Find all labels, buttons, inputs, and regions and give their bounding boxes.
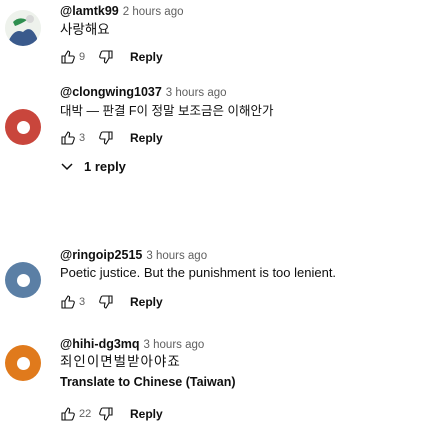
dislike-button[interactable]	[98, 294, 128, 310]
reply-button[interactable]: Reply	[130, 295, 163, 309]
comment-item: @clongwing1037 3 hours ago 대박 — 판결 F이 정말 …	[0, 72, 445, 192]
like-count: 3	[79, 296, 86, 308]
comment-text: 죄인이면벌받아야죠	[60, 354, 181, 369]
avatar-dot-icon	[16, 273, 30, 287]
thumbs-up-icon	[61, 50, 75, 64]
avatar[interactable]	[5, 262, 41, 298]
comment-text: Poetic justice. But the punishment is to…	[60, 265, 337, 280]
comment-item: @lamtk99 2 hours ago 사랑해요 9 Reply	[0, 0, 445, 70]
comment-timestamp[interactable]: 3 hours ago	[146, 250, 207, 262]
avatar[interactable]	[5, 109, 41, 145]
comment-username[interactable]: @hihi-dg3mq	[60, 337, 140, 351]
like-button[interactable]: 22	[60, 406, 98, 422]
reply-button[interactable]: Reply	[130, 131, 163, 145]
like-count: 3	[79, 132, 86, 144]
translate-link[interactable]: Translate to Chinese (Taiwan)	[60, 373, 236, 391]
replies-label: 1 reply	[84, 159, 126, 174]
avatar-dot-icon	[16, 120, 30, 134]
thumbs-up-icon	[61, 295, 75, 309]
comment-text: 대박 — 판결 F이 정말 보조금은 이해안가	[60, 104, 274, 118]
thumbs-up-icon	[61, 131, 75, 145]
comment-timestamp[interactable]: 3 hours ago	[144, 339, 205, 351]
comment-text: 사랑해요	[60, 22, 110, 37]
view-replies-button[interactable]: 1 reply	[60, 159, 126, 174]
thumbs-down-icon	[99, 295, 113, 309]
avatar[interactable]	[5, 345, 41, 381]
comment-timestamp[interactable]: 3 hours ago	[166, 87, 227, 99]
reply-button[interactable]: Reply	[130, 50, 163, 64]
thumbs-down-icon	[99, 407, 113, 421]
like-count: 9	[79, 51, 86, 63]
comment-username[interactable]: @lamtk99	[60, 4, 119, 18]
avatar-dot-icon	[16, 356, 30, 370]
dislike-button[interactable]	[98, 406, 128, 422]
like-button[interactable]: 9	[60, 49, 98, 65]
reply-button[interactable]: Reply	[130, 407, 163, 421]
comment-timestamp[interactable]: 2 hours ago	[123, 6, 184, 18]
thumbs-up-icon	[61, 407, 75, 421]
comment-username[interactable]: @ringoip2515	[60, 248, 142, 262]
comment-item: @hihi-dg3mq 3 hours ago 죄인이면벌받아야죠 Transla…	[0, 333, 445, 448]
dislike-button[interactable]	[98, 49, 128, 65]
avatar[interactable]	[5, 10, 41, 46]
like-count: 22	[79, 408, 92, 420]
chevron-down-icon	[61, 162, 73, 170]
avatar-image-icon	[5, 10, 41, 46]
dislike-button[interactable]	[98, 130, 128, 146]
like-button[interactable]: 3	[60, 130, 98, 146]
comment-username[interactable]: @clongwing1037	[60, 85, 162, 99]
thumbs-down-icon	[99, 131, 113, 145]
thumbs-down-icon	[99, 50, 113, 64]
like-button[interactable]: 3	[60, 294, 98, 310]
comment-item: @ringoip2515 3 hours ago Poetic justice. …	[0, 248, 445, 328]
